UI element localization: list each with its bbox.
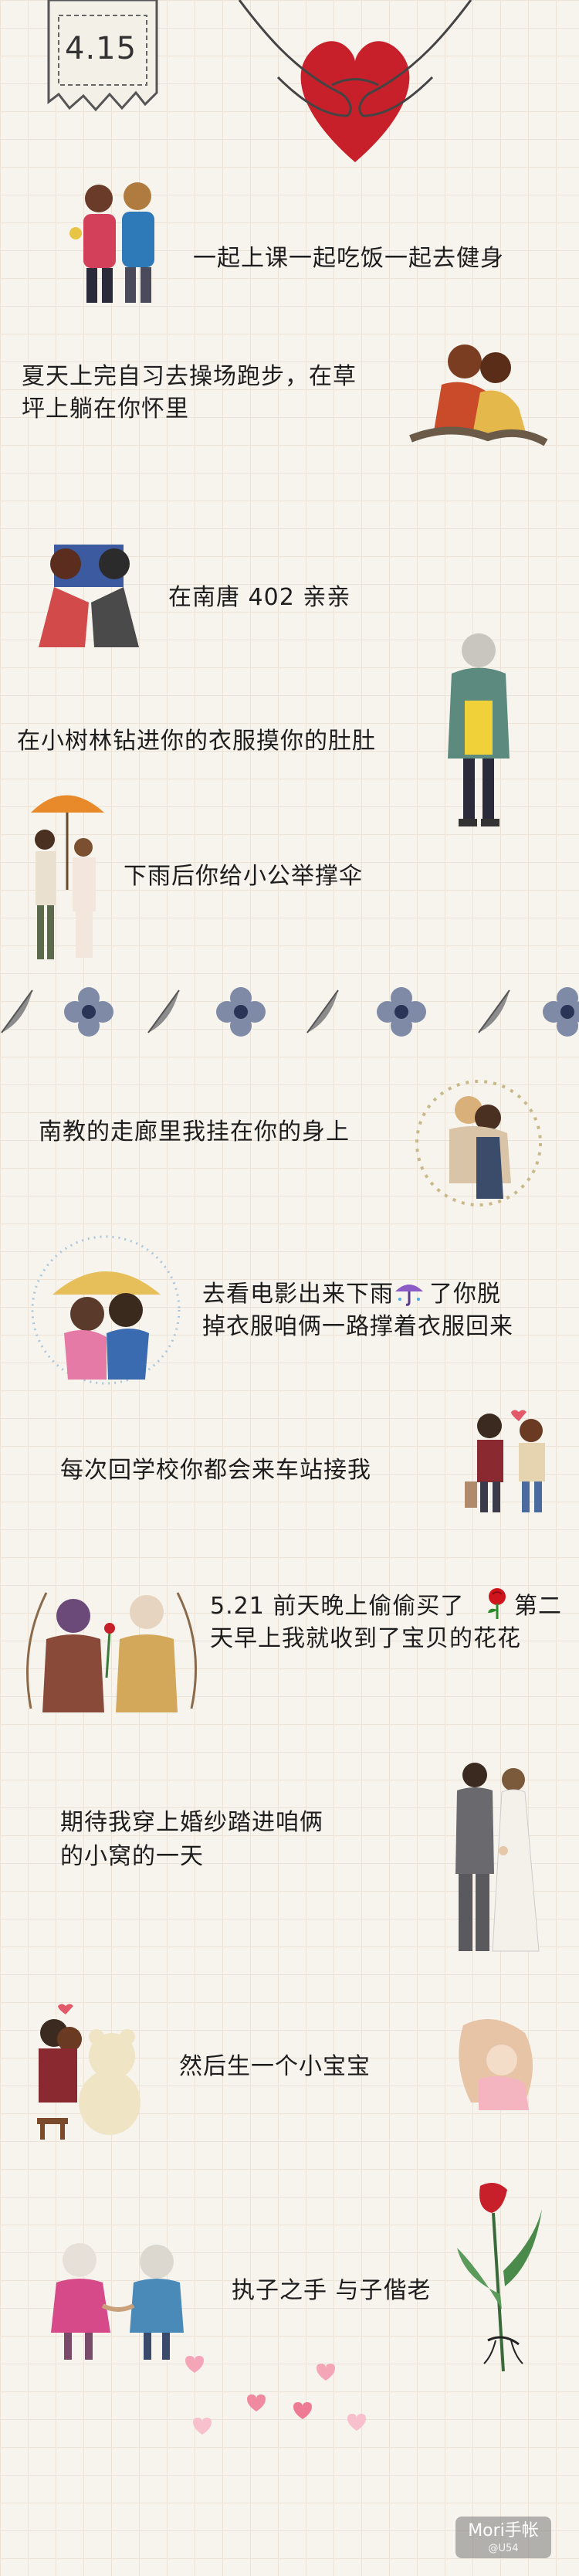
date-label: 4.15 <box>65 31 137 66</box>
line-14: 的小窝的一天 <box>60 1843 204 1870</box>
line-12: 天早上我就收到了宝贝的花花 <box>210 1625 521 1652</box>
couple-sitting-illustration <box>403 338 550 450</box>
line-9: 掉衣服咱俩一路撑着衣服回来 <box>202 1313 513 1340</box>
rose-emoji-icon <box>483 1587 511 1621</box>
line-15: 然后生一个小宝宝 <box>179 2053 371 2080</box>
couple-hug-wreath-illustration <box>403 1075 554 1210</box>
watermark-sub: @U54 <box>488 2543 519 2554</box>
line-10: 每次回学校你都会来车站接我 <box>60 1457 371 1484</box>
line-3: 坪上躺在你怀里 <box>22 395 189 423</box>
watermark-brand: Mori手帐 <box>468 2521 539 2540</box>
line-16: 执子之手 与子偕老 <box>232 2277 432 2304</box>
line-13: 期待我穿上婚纱踏进咱俩 <box>60 1809 323 1836</box>
flower-divider-icon <box>0 975 579 1052</box>
line-8b: 了你脱 <box>429 1281 501 1308</box>
tulip-bouquet-illustration <box>449 2178 550 2381</box>
elderly-couple-rose-illustration <box>15 1562 207 1722</box>
line-4: 在南唐 402 亲亲 <box>168 584 351 611</box>
wedding-couple-illustration <box>448 1758 540 1959</box>
line-7: 南教的走廊里我挂在你的身上 <box>39 1118 350 1145</box>
watermark-badge: Mori手帐 @U54 <box>455 2517 551 2558</box>
couple-suitcase-illustration <box>465 1404 557 1516</box>
line-11b: 第二 <box>514 1593 562 1620</box>
line-8a: 去看电影出来下雨 <box>202 1281 394 1308</box>
couple-kissing-book-illustration <box>31 533 147 647</box>
elderly-couple-holding-hands-illustration <box>37 2240 199 2364</box>
mother-baby-illustration <box>448 2018 552 2112</box>
line-1: 一起上课一起吃饭一起去健身 <box>193 245 504 272</box>
line-2: 夏天上完自习去操场跑步，在草 <box>22 363 357 390</box>
couple-backpacks-illustration <box>68 179 168 309</box>
small-hearts-icon <box>170 2348 371 2456</box>
line-6: 下雨后你给小公举撑伞 <box>124 863 363 890</box>
couple-umbrella-illustration <box>23 782 108 967</box>
couple-hug-coat-illustration <box>440 627 517 830</box>
line-5: 在小树林钻进你的衣服摸你的肚肚 <box>17 728 376 755</box>
umbrella-emoji-icon <box>394 1276 425 1307</box>
hands-heart-icon <box>232 0 479 174</box>
line-11a: 5.21 前天晚上偷偷买了 <box>210 1593 465 1620</box>
couple-umbrella-circle-illustration <box>22 1233 190 1387</box>
couple-teddy-bear-illustration <box>23 2002 147 2141</box>
